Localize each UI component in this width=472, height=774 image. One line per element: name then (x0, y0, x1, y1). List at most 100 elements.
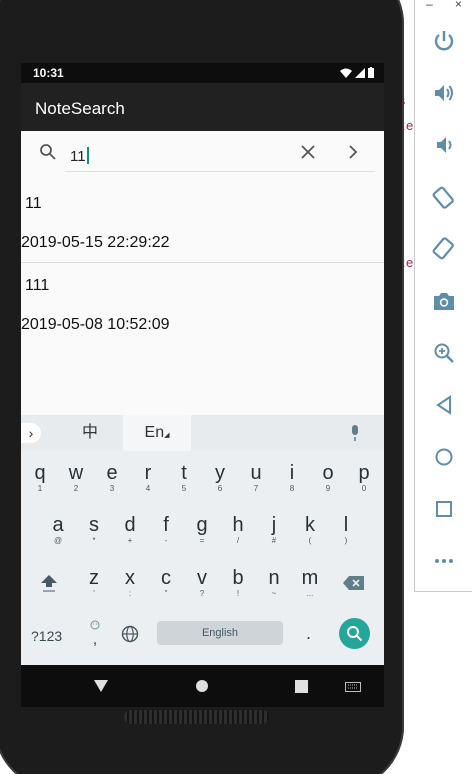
note-title: 111 (25, 277, 50, 294)
key-w[interactable]: w2 (58, 462, 94, 494)
backspace-icon[interactable] (343, 575, 365, 591)
soft-keyboard: › 中 En◢ q1w2e3r4t5y6u7i8o9p0 a @ s * d + f - g = h… (21, 415, 384, 665)
rotate-left-icon (432, 186, 454, 209)
navigation-bar (21, 665, 384, 707)
zoom-button[interactable] (429, 338, 459, 368)
key-label: t (181, 462, 187, 484)
key-j[interactable]: j # (256, 514, 292, 546)
close-icon[interactable]: × (455, 0, 462, 12)
symbols-key[interactable]: ?123 (31, 628, 62, 644)
key-o[interactable]: o9 (310, 462, 346, 494)
key-y[interactable]: y6 (202, 462, 238, 494)
key-label: z (89, 567, 99, 589)
volume-up-icon (435, 85, 453, 101)
key-hint: ' (93, 589, 95, 598)
volume-down-button[interactable] (429, 130, 459, 160)
space-key[interactable]: English (157, 621, 283, 645)
overview-icon[interactable] (295, 680, 308, 693)
period-key[interactable]: . (306, 623, 311, 644)
app-title: NoteSearch (35, 99, 125, 118)
overview-button[interactable] (429, 494, 459, 524)
volume-up-button[interactable] (429, 78, 459, 108)
battery-icon (368, 67, 374, 78)
key-label: m (301, 567, 319, 589)
back-button[interactable] (429, 390, 459, 420)
key-i[interactable]: i8 (274, 462, 310, 494)
enter-search-key[interactable] (339, 618, 370, 649)
key-hint: 0 (361, 484, 367, 493)
chevron-right-icon[interactable] (344, 143, 362, 161)
power-button[interactable] (429, 26, 459, 56)
keyboard-expand-button[interactable]: › (21, 423, 41, 443)
note-date: 2019-05-15 22:29:22 (21, 234, 170, 251)
signal-icon (355, 67, 365, 78)
comma-key[interactable]: , (87, 617, 103, 648)
list-item[interactable]: 11 2019-05-15 22:29:22 (21, 181, 384, 263)
key-label: v (197, 567, 207, 589)
volume-down-icon (437, 137, 452, 153)
panel-window-controls: – × (415, 0, 472, 12)
key-c[interactable]: c " (148, 567, 184, 599)
key-label: k (305, 514, 315, 536)
key-e[interactable]: e3 (94, 462, 130, 494)
home-icon[interactable] (196, 680, 208, 692)
key-hint: # (271, 536, 277, 545)
emulator-control-panel: – × (414, 0, 472, 592)
rotate-right-button[interactable] (429, 234, 459, 264)
home-button[interactable] (429, 442, 459, 472)
key-label: s (89, 514, 99, 536)
more-button[interactable] (429, 546, 459, 576)
key-f[interactable]: f- (148, 514, 184, 546)
key-hint: : (128, 589, 132, 598)
rotate-right-icon (432, 237, 454, 260)
key-l[interactable]: l) (328, 514, 364, 546)
search-bar: 11 (21, 131, 384, 175)
search-results-list: 11 2019-05-15 22:29:22 111 2019-05-08 10… (21, 181, 384, 345)
key-m[interactable]: m... (292, 567, 328, 599)
mic-icon[interactable] (349, 425, 361, 441)
key-x[interactable]: x: (112, 567, 148, 599)
key-hint: ! (236, 589, 240, 598)
key-label: u (250, 462, 262, 484)
close-icon[interactable] (299, 143, 317, 161)
key-hint: 5 (181, 484, 187, 493)
key-h[interactable]: h / (220, 514, 256, 546)
list-item[interactable]: 111 2019-05-08 10:52:09 (21, 263, 384, 345)
key-a[interactable]: a @ (40, 514, 76, 546)
key-label: q (34, 462, 46, 484)
key-hint: 6 (217, 484, 223, 493)
key-hint: ~ (271, 589, 277, 598)
keyboard-switch-icon[interactable] (345, 682, 361, 692)
rotate-left-button[interactable] (429, 182, 459, 212)
status-bar: 10:31 (21, 63, 384, 83)
note-title: 11 (25, 195, 42, 212)
minimize-icon[interactable]: – (426, 0, 433, 12)
key-p[interactable]: p0 (346, 462, 382, 494)
lang-chinese-button[interactable]: 中 (57, 415, 123, 451)
key-s[interactable]: s * (76, 514, 112, 546)
key-q[interactable]: q1 (22, 462, 58, 494)
key-hint: = (199, 536, 205, 545)
screenshot-button[interactable] (429, 286, 459, 316)
lang-english-button[interactable]: En◢ (123, 415, 191, 451)
search-input[interactable]: 11 (65, 137, 375, 172)
key-k[interactable]: k( (292, 514, 328, 546)
overview-icon (436, 501, 452, 517)
more-icon (435, 559, 453, 563)
key-d[interactable]: d + (112, 514, 148, 546)
key-g[interactable]: g = (184, 514, 220, 546)
key-n[interactable]: n ~ (256, 567, 292, 599)
key-v[interactable]: v? (184, 567, 220, 599)
globe-icon[interactable] (121, 625, 139, 643)
key-z[interactable]: z ' (76, 567, 112, 599)
key-r[interactable]: r4 (130, 462, 166, 494)
key-u[interactable]: u7 (238, 462, 274, 494)
shift-icon[interactable] (39, 572, 59, 592)
back-chevron-down-icon[interactable] (94, 680, 108, 692)
key-t[interactable]: t5 (166, 462, 202, 494)
key-label: o (322, 462, 334, 484)
key-label: d (124, 514, 136, 536)
key-label: p (358, 462, 370, 484)
key-label: x (125, 567, 135, 589)
key-b[interactable]: b! (220, 567, 256, 599)
